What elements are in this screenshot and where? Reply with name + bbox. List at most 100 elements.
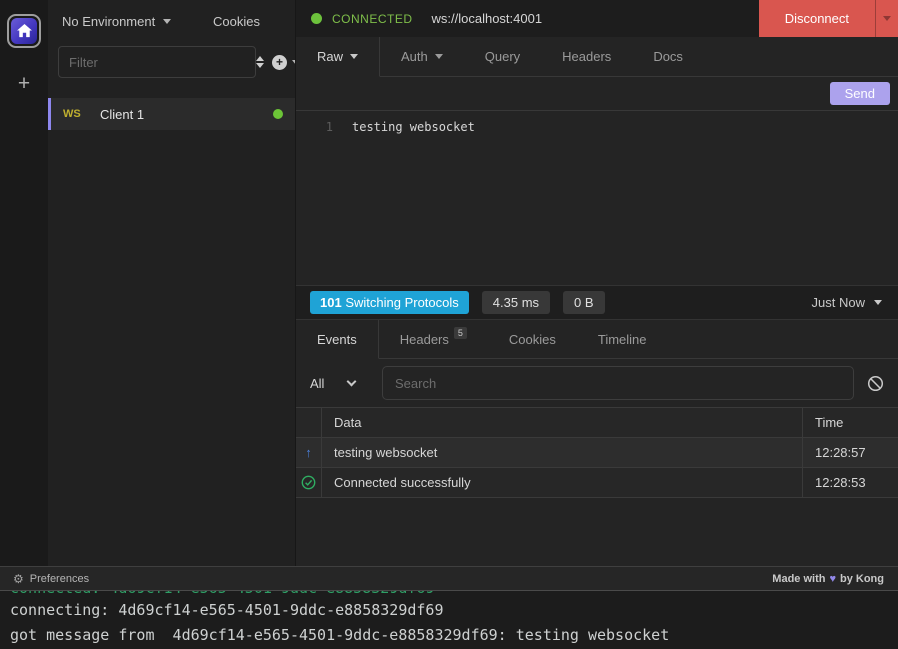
send-button[interactable]: Send bbox=[830, 82, 890, 105]
app-rail: + bbox=[0, 0, 48, 566]
tab-timeline-label: Timeline bbox=[598, 332, 647, 347]
preferences-button[interactable]: ⚙ Preferences bbox=[13, 572, 89, 586]
response-status-bar: 101 Switching Protocols 4.35 ms 0 B Just… bbox=[296, 285, 898, 320]
events-table-header: Data Time bbox=[296, 407, 898, 438]
tab-auth[interactable]: Auth bbox=[380, 37, 464, 77]
connection-status-dot bbox=[311, 13, 322, 24]
editor-content: testing websocket bbox=[342, 120, 475, 285]
response-tabs: Events Headers 5 Cookies Timeline bbox=[296, 320, 898, 359]
sort-icon bbox=[256, 56, 264, 61]
app-window: + No Environment Cookies + bbox=[0, 0, 898, 649]
tab-query[interactable]: Query bbox=[464, 37, 541, 77]
editor-line-number: 1 bbox=[296, 120, 342, 285]
response-size-badge: 0 B bbox=[563, 291, 605, 314]
disconnect-button-group: Disconnect bbox=[759, 0, 898, 37]
recency-caret-icon bbox=[874, 300, 882, 305]
environment-caret-icon bbox=[163, 19, 171, 24]
sort-icon bbox=[256, 63, 264, 68]
response-time-badge: 4.35 ms bbox=[482, 291, 550, 314]
websocket-url[interactable]: ws://localhost:4001 bbox=[432, 11, 543, 26]
disconnect-button[interactable]: Disconnect bbox=[759, 0, 875, 37]
sidebar-item-client-1[interactable]: WS Client 1 bbox=[48, 98, 295, 130]
tab-headers[interactable]: Headers bbox=[541, 37, 632, 77]
events-filter-row: All bbox=[296, 359, 898, 407]
sidebar-header: No Environment Cookies bbox=[48, 0, 295, 43]
sidebar: No Environment Cookies + WS Client 1 bbox=[48, 0, 295, 566]
environment-selector[interactable]: No Environment bbox=[62, 14, 171, 29]
chevron-down-icon bbox=[347, 376, 357, 386]
kong-credit: Made with ♥ by Kong bbox=[772, 573, 884, 585]
disconnect-caret-icon bbox=[883, 16, 891, 21]
tab-auth-label: Auth bbox=[401, 49, 428, 64]
event-icon-cell: ↑ bbox=[296, 438, 321, 467]
terminal[interactable]: connected: 4d69cf14-e565-4501-9ddc-e8858… bbox=[0, 590, 898, 649]
tab-timeline[interactable]: Timeline bbox=[577, 320, 668, 359]
app-status-bar: ⚙ Preferences Made with ♥ by Kong bbox=[0, 566, 898, 590]
sort-button[interactable] bbox=[256, 56, 264, 68]
auth-caret-icon bbox=[435, 54, 443, 59]
ws-method-tag: WS bbox=[63, 108, 100, 120]
heart-icon: ♥ bbox=[829, 573, 836, 585]
tab-raw-label: Raw bbox=[317, 49, 343, 64]
tab-response-cookies[interactable]: Cookies bbox=[488, 320, 577, 359]
tab-response-cookies-label: Cookies bbox=[509, 332, 556, 347]
status-code: 101 bbox=[320, 295, 342, 310]
tab-response-headers[interactable]: Headers 5 bbox=[379, 320, 488, 359]
tabs-filler bbox=[668, 320, 898, 359]
status-text: Switching Protocols bbox=[345, 295, 458, 310]
clear-events-button[interactable] bbox=[867, 375, 884, 392]
tab-raw[interactable]: Raw bbox=[296, 37, 380, 77]
connected-check-icon bbox=[301, 475, 316, 490]
events-table: Data Time ↑ testing websocket 12:28:57 C… bbox=[296, 407, 898, 498]
send-row: Send bbox=[296, 77, 898, 110]
add-project-icon[interactable]: + bbox=[18, 73, 30, 94]
environment-label: No Environment bbox=[62, 14, 155, 29]
response-history-dropdown[interactable]: Just Now bbox=[812, 295, 882, 310]
credit-suffix: by Kong bbox=[840, 573, 884, 585]
event-data-cell: Connected successfully bbox=[321, 468, 802, 497]
table-row[interactable]: Connected successfully 12:28:53 bbox=[296, 468, 898, 498]
icon-column-header bbox=[296, 408, 321, 437]
request-tabs: Raw Auth Query Headers Docs bbox=[296, 37, 898, 77]
tab-docs[interactable]: Docs bbox=[632, 37, 704, 77]
event-type-selected: All bbox=[310, 376, 324, 391]
credit-prefix: Made with bbox=[772, 573, 825, 585]
tab-query-label: Query bbox=[485, 49, 520, 64]
event-data-cell: testing websocket bbox=[321, 438, 802, 467]
sidebar-filter-row: + bbox=[48, 43, 295, 90]
message-editor[interactable]: 1 testing websocket bbox=[296, 110, 898, 285]
preferences-label: Preferences bbox=[30, 573, 89, 585]
gear-icon: ⚙ bbox=[13, 572, 24, 586]
response-recency-label: Just Now bbox=[812, 295, 865, 310]
event-icon-cell bbox=[296, 468, 321, 497]
tab-response-headers-label: Headers bbox=[400, 332, 449, 347]
ban-icon bbox=[867, 375, 884, 392]
plus-circle-icon: + bbox=[272, 55, 287, 70]
workspace: + No Environment Cookies + bbox=[0, 0, 898, 566]
client-name: Client 1 bbox=[100, 107, 144, 122]
connection-bar: CONNECTED ws://localhost:4001 Disconnect bbox=[296, 0, 898, 37]
tab-events-label: Events bbox=[317, 332, 357, 347]
disconnect-dropdown-button[interactable] bbox=[875, 0, 898, 37]
tab-events[interactable]: Events bbox=[296, 320, 379, 359]
events-search-input[interactable] bbox=[382, 366, 854, 400]
sent-arrow-icon: ↑ bbox=[305, 445, 312, 460]
response-filler bbox=[296, 498, 898, 566]
client-connected-dot bbox=[273, 109, 283, 119]
sidebar-filter-input[interactable] bbox=[58, 46, 256, 78]
terminal-line: connecting: 4d69cf14-e565-4501-9ddc-e885… bbox=[10, 598, 898, 623]
connection-status-label: CONNECTED bbox=[332, 12, 413, 26]
raw-caret-icon bbox=[350, 54, 358, 59]
terminal-clipped-line: connected: 4d69cf14-e565-4501-9ddc-e8858… bbox=[10, 591, 898, 598]
home-icon bbox=[11, 18, 37, 44]
home-button[interactable] bbox=[7, 14, 41, 48]
cookies-button[interactable]: Cookies bbox=[213, 14, 260, 29]
main-pane: CONNECTED ws://localhost:4001 Disconnect… bbox=[295, 0, 898, 566]
status-code-badge: 101 Switching Protocols bbox=[310, 291, 469, 314]
event-type-select[interactable]: All bbox=[310, 376, 382, 391]
table-row[interactable]: ↑ testing websocket 12:28:57 bbox=[296, 438, 898, 468]
headers-count-badge: 5 bbox=[454, 327, 467, 339]
event-time-cell: 12:28:57 bbox=[802, 438, 898, 467]
tab-docs-label: Docs bbox=[653, 49, 683, 64]
time-column-header: Time bbox=[802, 408, 898, 437]
